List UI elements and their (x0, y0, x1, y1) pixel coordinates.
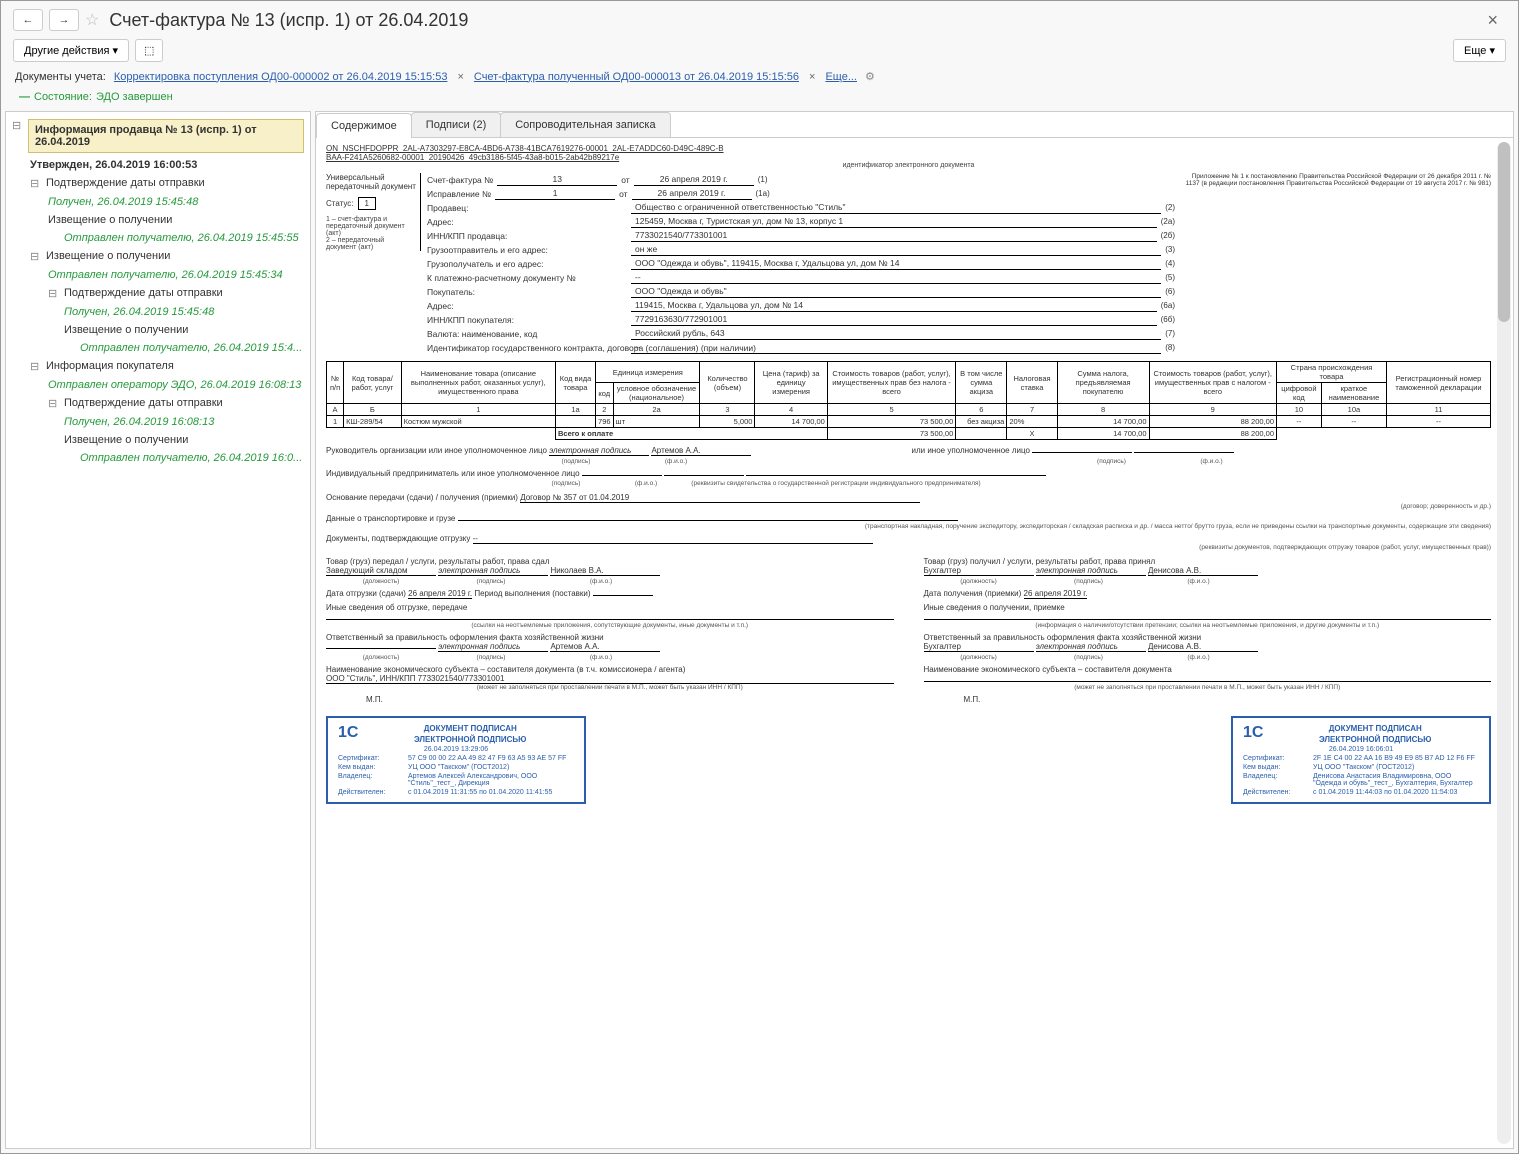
tree-node[interactable]: Извещение о получении (8, 431, 308, 449)
tree-node-detail: Отправлен получателю, 26.04.2019 15:45:3… (8, 266, 308, 284)
star-icon[interactable]: ☆ (85, 10, 99, 30)
scrollbar[interactable] (1497, 142, 1511, 1144)
gear-icon[interactable]: ⚙ (865, 70, 875, 83)
app-window: ← → ☆ Счет-фактура № 13 (испр. 1) от 26.… (0, 0, 1519, 1154)
tree-node[interactable]: ⊟Извещение о получении (8, 247, 308, 266)
tree-node-detail: Отправлен получателю, 26.04.2019 15:4... (8, 339, 308, 357)
tree-root-detail: Утвержден, 26.04.2019 16:00:53 (8, 156, 308, 174)
main-split: ⊟Информация продавца № 13 (испр. 1) от 2… (5, 111, 1514, 1149)
signatures-block: Руководитель организации или иное уполно… (326, 446, 1491, 551)
tree-node[interactable]: ⊟Подтверждение даты отправки (8, 394, 308, 413)
tab-content[interactable]: Содержимое (316, 113, 412, 138)
doc-link-1-remove[interactable]: × (455, 71, 465, 83)
scroll-thumb[interactable] (1498, 142, 1510, 322)
window-title: Счет-фактура № 13 (испр. 1) от 26.04.201… (105, 10, 468, 31)
title-bar: ← → ☆ Счет-фактура № 13 (испр. 1) от 26.… (5, 5, 1514, 35)
receiver-column: Товар (груз) получил / услуги, результат… (924, 557, 1492, 704)
content-panel: Содержимое Подписи (2) Сопроводительная … (315, 111, 1514, 1149)
sender-column: Товар (груз) передал / услуги, результат… (326, 557, 894, 704)
handover-columns: Товар (груз) передал / услуги, результат… (326, 557, 1491, 704)
table-subheader: АБ11а22а34567891010а11 (327, 404, 1491, 416)
stamp-placeholder: М.П. (326, 695, 383, 704)
doc-id-1: ON_NSCHFDOPPR_2AL-A7303297-E8CA-4BD6-A73… (326, 144, 1491, 153)
tree-node[interactable]: Извещение о получении (8, 321, 308, 339)
documents-line: Документы учета: Корректировка поступлен… (5, 66, 1514, 87)
status-line: — Состояние: ЭДО завершен (5, 87, 1514, 107)
back-button[interactable]: ← (13, 9, 43, 31)
signature-stamps: 1С ДОКУМЕНТ ПОДПИСАН ЭЛЕКТРОННОЙ ПОДПИСЬ… (326, 716, 1491, 804)
tree-node[interactable]: ⊟Подтверждение даты отправки (8, 284, 308, 303)
stamp-placeholder: М.П. (924, 695, 981, 704)
doc-link-more[interactable]: Еще... (825, 71, 857, 83)
tree-node-detail: Отправлен получателю, 26.04.2019 16:0... (8, 449, 308, 467)
collapse-icon[interactable]: ⊟ (30, 250, 42, 263)
items-table: № п/п Код товара/ работ, услуг Наименова… (326, 361, 1491, 440)
footnote-2: 2 – передаточный документ (акт) (326, 237, 416, 251)
tab-note[interactable]: Сопроводительная записка (500, 112, 670, 137)
tree-node-detail: Отправлен получателю, 26.04.2019 15:45:5… (8, 229, 308, 247)
tree-node-detail: Получен, 26.04.2019 16:08:13 (8, 413, 308, 431)
upd-label: Универсальный передаточный документ (326, 173, 416, 191)
status-label: Состояние: (34, 91, 92, 103)
table-total-row: Всего к оплате 73 500,00 Х 14 700,00 88 … (327, 428, 1491, 440)
documents-label: Документы учета: (15, 71, 106, 83)
more-button[interactable]: Еще ▾ (1453, 39, 1506, 62)
forward-button[interactable]: → (49, 9, 79, 31)
tree-node-detail: Получен, 26.04.2019 15:45:48 (8, 303, 308, 321)
doc-id-2: BAA-F241A5260682-00001_20190426_49cb3186… (326, 153, 1491, 162)
tree-node-detail: Отправлен оператору ЭДО, 26.04.2019 16:0… (8, 376, 308, 394)
footnote-1: 1 – счет-фактура и передаточный документ… (326, 216, 416, 237)
status-label: Статус: (326, 199, 354, 208)
tree-node[interactable]: Извещение о получении (8, 211, 308, 229)
collapse-icon[interactable]: ⊟ (30, 360, 42, 373)
tree-icon-button[interactable]: ⬚ (135, 39, 163, 62)
status-value: 1 (358, 197, 376, 210)
doc-link-1[interactable]: Корректировка поступления ОД00-000002 от… (114, 71, 448, 83)
toolbar: Другие действия ▾ ⬚ Еще ▾ (5, 35, 1514, 66)
doc-id-sub: идентификатор электронного документа (326, 162, 1491, 169)
collapse-icon[interactable]: ⊟ (12, 119, 24, 132)
tab-signatures[interactable]: Подписи (2) (411, 112, 501, 137)
collapse-icon[interactable]: ⊟ (30, 177, 42, 190)
stamp-logo-icon: 1С (338, 724, 358, 742)
tree-node[interactable]: ⊟Подтверждение даты отправки (8, 174, 308, 193)
collapse-icon[interactable]: ⊟ (48, 287, 60, 300)
upd-block: Универсальный передаточный документ Стат… (326, 173, 421, 251)
header-fields: Счет-фактура №13от26 апреля 2019 г.(1) И… (427, 173, 1175, 355)
table-row: 1КШ-289/54Костюм мужской796шт5,00014 700… (327, 416, 1491, 428)
stamp-logo-icon: 1С (1243, 724, 1263, 742)
close-button[interactable]: × (1479, 10, 1506, 31)
tree-node-detail: Получен, 26.04.2019 15:45:48 (8, 193, 308, 211)
collapse-icon[interactable]: ⊟ (48, 397, 60, 410)
tree-node[interactable]: ⊟Информация покупателя (8, 357, 308, 376)
status-value: ЭДО завершен (96, 91, 173, 103)
tree-root[interactable]: ⊟Информация продавца № 13 (испр. 1) от 2… (8, 116, 308, 156)
annex-note: Приложение № 1 к постановлению Правитель… (1181, 173, 1491, 187)
tabs: Содержимое Подписи (2) Сопроводительная … (316, 112, 1513, 138)
doc-link-2[interactable]: Счет-фактура полученный ОД00-000013 от 2… (474, 71, 799, 83)
doc-link-2-remove[interactable]: × (807, 71, 817, 83)
other-actions-button[interactable]: Другие действия ▾ (13, 39, 129, 62)
signature-stamp-1: 1С ДОКУМЕНТ ПОДПИСАН ЭЛЕКТРОННОЙ ПОДПИСЬ… (326, 716, 586, 804)
status-bullet-icon: — (19, 91, 30, 103)
signature-stamp-2: 1С ДОКУМЕНТ ПОДПИСАН ЭЛЕКТРОННОЙ ПОДПИСЬ… (1231, 716, 1491, 804)
tree-panel: ⊟Информация продавца № 13 (испр. 1) от 2… (5, 111, 311, 1149)
document-preview: ON_NSCHFDOPPR_2AL-A7303297-E8CA-4BD6-A73… (316, 138, 1513, 1148)
